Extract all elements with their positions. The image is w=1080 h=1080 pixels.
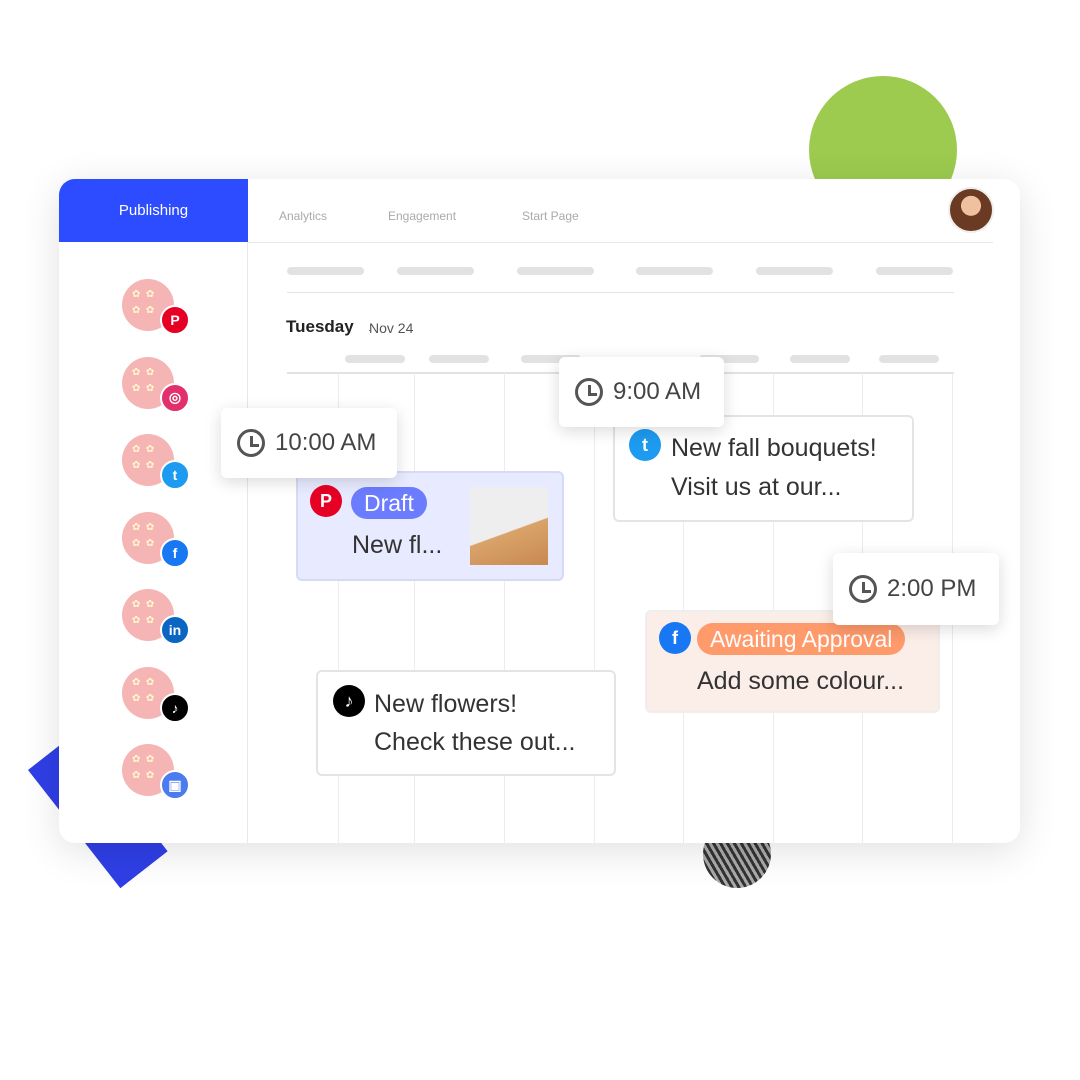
twitter-icon: t — [160, 460, 190, 490]
tab-start-page[interactable]: Start Page — [522, 209, 579, 223]
post-card-pinterest[interactable]: P Draft New fl... — [296, 471, 564, 581]
clock-icon — [237, 429, 265, 457]
pinterest-icon: P — [160, 305, 190, 335]
time-label: 2:00 PM — [887, 575, 977, 602]
clock-icon — [849, 575, 877, 603]
skeleton-bar — [756, 267, 833, 275]
skeleton-bar — [790, 355, 850, 363]
time-label: 9:00 AM — [613, 378, 702, 405]
post-title: New flowers! — [374, 690, 518, 718]
skeleton-bar — [397, 267, 474, 275]
time-label: 10:00 AM — [275, 429, 377, 456]
clock-icon — [575, 378, 603, 406]
skeleton-bar — [429, 355, 489, 363]
post-text: New fl... — [352, 531, 443, 559]
post-text: Add some colour... — [697, 667, 905, 695]
account-avatar-twitter[interactable]: t — [122, 434, 190, 490]
skeleton-bar — [517, 267, 594, 275]
post-thumbnail — [470, 487, 548, 565]
pinterest-icon: P — [310, 485, 342, 517]
user-avatar[interactable] — [948, 187, 994, 233]
linkedin-icon: in — [160, 615, 190, 645]
account-avatar-pinterest[interactable]: P — [122, 279, 190, 335]
account-avatar-tiktok[interactable]: ♪ — [122, 666, 190, 723]
divider — [248, 242, 993, 243]
time-tooltip-10am: 10:00 AM — [221, 408, 397, 478]
day-label: Tuesday — [286, 317, 354, 336]
tiktok-icon: ♪ — [160, 692, 190, 723]
skeleton-bar — [879, 355, 939, 363]
skeleton-bar — [345, 355, 405, 363]
tab-analytics[interactable]: Analytics — [279, 209, 327, 223]
account-avatar-google-business[interactable]: ▣ — [122, 744, 190, 800]
post-text: Check these out... — [374, 728, 576, 756]
status-badge-awaiting-approval: Awaiting Approval — [697, 623, 906, 655]
post-title: New fall bouquets! — [671, 434, 877, 462]
account-avatar-instagram[interactable]: ◎ — [122, 356, 190, 413]
skeleton-bar — [636, 267, 713, 275]
store-icon: ▣ — [160, 770, 190, 800]
twitter-icon: t — [629, 429, 661, 461]
skeleton-bar — [876, 267, 953, 275]
post-card-facebook[interactable]: f Awaiting Approval Add some colour... — [645, 610, 940, 713]
account-avatar-linkedin[interactable]: in — [122, 589, 190, 645]
status-badge-draft: Draft — [351, 487, 427, 519]
post-text: Visit us at our... — [671, 473, 842, 501]
date-label: Nov 24 — [369, 320, 414, 336]
account-avatar-facebook[interactable]: f — [122, 511, 190, 568]
instagram-icon: ◎ — [160, 382, 190, 413]
tab-publishing[interactable]: Publishing — [59, 179, 248, 242]
post-card-tiktok[interactable]: ♪ New flowers! Check these out... — [316, 670, 616, 776]
post-card-twitter[interactable]: t New fall bouquets! Visit us at our... — [613, 415, 914, 522]
facebook-icon: f — [659, 622, 691, 654]
time-tooltip-2pm: 2:00 PM — [833, 553, 999, 625]
facebook-icon: f — [160, 537, 190, 568]
skeleton-bar — [287, 267, 364, 275]
tab-engagement[interactable]: Engagement — [388, 209, 456, 223]
time-tooltip-9am: 9:00 AM — [559, 357, 724, 427]
tiktok-icon: ♪ — [333, 685, 365, 717]
divider — [247, 242, 248, 843]
divider — [287, 292, 954, 293]
